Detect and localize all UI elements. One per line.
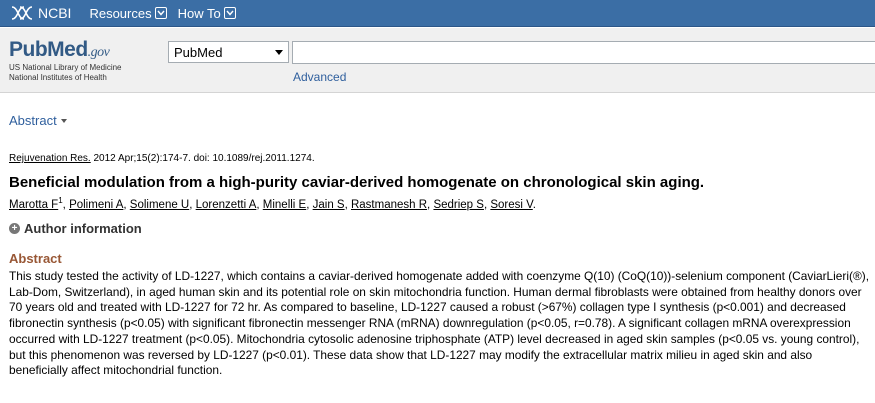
- affiliation-sup: 1: [58, 196, 63, 205]
- ncbi-logo[interactable]: NCBI: [10, 0, 71, 27]
- abstract-heading: Abstract: [9, 251, 62, 266]
- author-link[interactable]: Solimene U: [130, 199, 189, 211]
- database-select[interactable]: PubMed: [168, 41, 289, 63]
- author-list: Marotta F1, Polimeni A, Solimene U, Lore…: [9, 196, 536, 211]
- database-select-value: PubMed: [174, 45, 223, 60]
- ncbi-helix-icon: [11, 6, 33, 20]
- nlm-line-2: National Institutes of Health: [9, 73, 107, 82]
- article-title: Beneficial modulation from a high-purity…: [9, 174, 705, 191]
- how-to-menu-label: How To: [177, 5, 221, 21]
- author-link[interactable]: Lorenzetti A: [196, 199, 257, 211]
- pubmed-logo[interactable]: PubMed.gov US National Library of Medici…: [9, 38, 122, 82]
- chevron-down-icon: [154, 7, 167, 19]
- citation-line: Rejuvenation Res. 2012 Apr;15(2):174-7. …: [9, 153, 315, 164]
- resources-menu[interactable]: Resources: [89, 5, 167, 21]
- ncbi-logo-text: NCBI: [38, 5, 72, 21]
- dropdown-arrow-icon: [275, 50, 283, 55]
- author-link[interactable]: Minelli E: [263, 199, 306, 211]
- nlm-line-1: US National Library of Medicine: [9, 63, 122, 72]
- resources-menu-label: Resources: [89, 5, 152, 21]
- author-link[interactable]: Rastmanesh R: [351, 199, 427, 211]
- format-label: Abstract: [9, 113, 57, 128]
- logo-med: Med: [47, 38, 88, 61]
- author-link[interactable]: Marotta F: [9, 199, 58, 211]
- search-header: PubMed.gov US National Library of Medici…: [0, 28, 875, 93]
- logo-gov: .gov: [87, 45, 110, 60]
- author-information-label: Author information: [24, 221, 142, 236]
- how-to-menu[interactable]: How To: [178, 6, 236, 21]
- author-link[interactable]: Sedriep S: [433, 199, 484, 211]
- citation-details: 2012 Apr;15(2):174-7. doi: 10.1089/rej.2…: [90, 153, 315, 164]
- author-link[interactable]: Jain S: [313, 199, 345, 211]
- author-link[interactable]: Soresi V: [490, 199, 532, 211]
- abstract-text: This study tested the activity of LD-122…: [9, 269, 869, 378]
- author-information-toggle[interactable]: + Author information: [9, 221, 142, 236]
- search-input[interactable]: [292, 41, 875, 64]
- expand-plus-icon: +: [9, 223, 20, 234]
- journal-link[interactable]: Rejuvenation Res.: [9, 153, 91, 164]
- chevron-down-icon: [223, 7, 236, 19]
- logo-pub: Pub: [9, 38, 48, 61]
- dropdown-arrow-icon: [60, 119, 67, 123]
- ncbi-top-bar: NCBI Resources How To: [0, 0, 875, 27]
- format-selector[interactable]: Abstract: [9, 113, 67, 128]
- author-link[interactable]: Polimeni A: [69, 199, 123, 211]
- advanced-search-link[interactable]: Advanced: [293, 70, 346, 84]
